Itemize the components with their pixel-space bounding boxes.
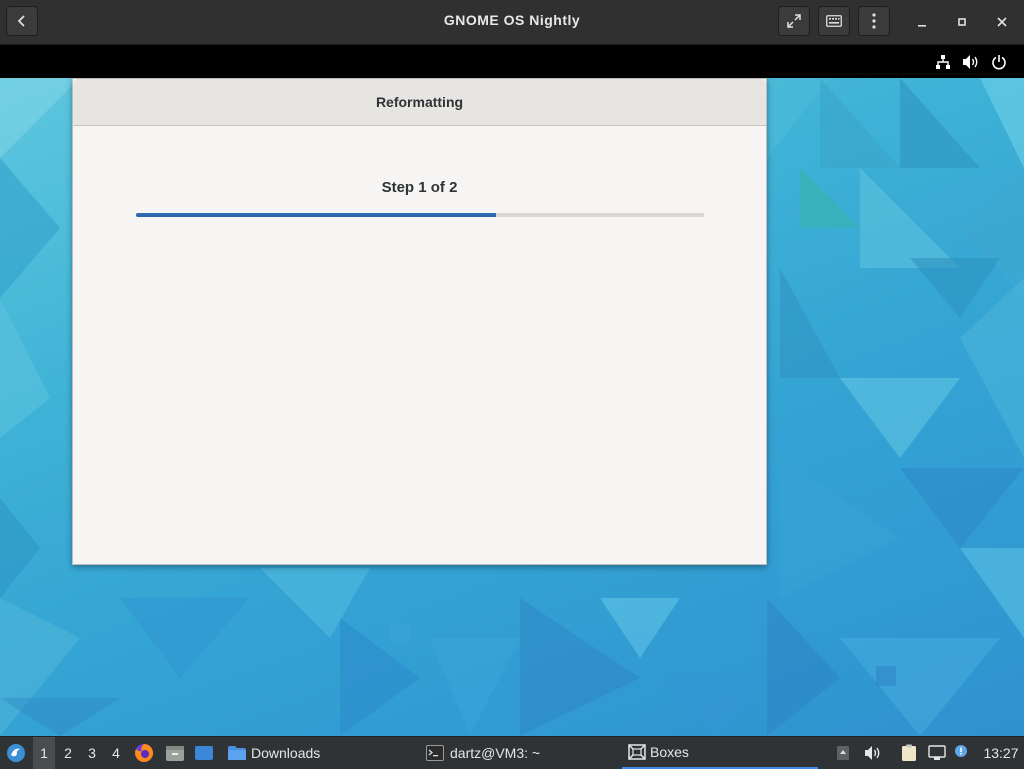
close-button[interactable] bbox=[992, 12, 1012, 32]
boxes-app-icon bbox=[628, 744, 646, 760]
clipboard-icon bbox=[902, 744, 916, 761]
tray-network[interactable] bbox=[927, 737, 947, 769]
desktop-launcher[interactable] bbox=[193, 737, 215, 769]
maximize-icon bbox=[958, 18, 966, 26]
folder-icon bbox=[228, 746, 246, 760]
close-icon bbox=[997, 17, 1007, 27]
step-label: Step 1 of 2 bbox=[381, 179, 458, 196]
fullscreen-icon bbox=[787, 14, 801, 28]
boxes-headerbar: GNOME OS Nightly bbox=[0, 0, 1024, 45]
workspace-3[interactable]: 3 bbox=[81, 737, 103, 769]
tray-clipboard[interactable] bbox=[899, 737, 919, 769]
back-button[interactable] bbox=[6, 6, 38, 36]
archive-manager-icon bbox=[166, 746, 184, 761]
dialog-header: Reformatting bbox=[73, 79, 766, 126]
volume-icon[interactable] bbox=[962, 53, 980, 71]
chevron-left-icon bbox=[17, 15, 25, 27]
task-terminal-label: dartz@VM3: ~ bbox=[450, 745, 541, 761]
task-boxes-label: Boxes bbox=[650, 744, 689, 760]
tray-volume[interactable] bbox=[863, 737, 883, 769]
app-menu-button[interactable] bbox=[4, 737, 28, 769]
keyboard-icon bbox=[826, 15, 842, 27]
minimize-button[interactable] bbox=[912, 12, 932, 32]
files-launcher[interactable] bbox=[164, 737, 186, 769]
terminal-icon bbox=[426, 745, 444, 761]
fullscreen-button[interactable] bbox=[778, 6, 810, 36]
power-icon[interactable] bbox=[990, 53, 1008, 71]
task-downloads-label: Downloads bbox=[251, 745, 321, 761]
task-downloads[interactable]: Downloads bbox=[225, 737, 410, 769]
progress-fill bbox=[136, 213, 497, 217]
clock[interactable]: 13:27 bbox=[980, 737, 1022, 769]
keyboard-button[interactable] bbox=[818, 6, 850, 36]
workspace-1[interactable]: 1 bbox=[33, 737, 55, 769]
guest-top-bar bbox=[0, 45, 1024, 78]
distro-logo-icon bbox=[7, 744, 25, 762]
maximize-button[interactable] bbox=[952, 12, 972, 32]
host-taskbar: 1 2 3 4 Downloads dartz@VM3: ~ Boxes 13:… bbox=[0, 736, 1024, 769]
tray-scroll-up[interactable] bbox=[835, 737, 851, 769]
volume-icon bbox=[865, 746, 880, 760]
desktop-icon bbox=[195, 746, 213, 760]
firefox-icon bbox=[135, 743, 154, 762]
tray-updates[interactable] bbox=[952, 737, 970, 769]
dialog-title: Reformatting bbox=[375, 94, 464, 110]
workspace-4[interactable]: 4 bbox=[105, 737, 127, 769]
clock-label: 13:27 bbox=[983, 745, 1019, 761]
minimize-icon bbox=[918, 25, 926, 27]
vm-display[interactable]: Reformatting Step 1 of 2 bbox=[0, 45, 1024, 736]
network-icon[interactable] bbox=[934, 53, 952, 71]
progress-bar bbox=[136, 213, 704, 217]
task-terminal[interactable]: dartz@VM3: ~ bbox=[426, 737, 611, 769]
network-wired-icon bbox=[928, 745, 946, 760]
workspace-2[interactable]: 2 bbox=[57, 737, 79, 769]
update-notification-icon bbox=[955, 745, 967, 757]
menu-button[interactable] bbox=[858, 6, 890, 36]
upload-arrow-icon bbox=[837, 746, 849, 760]
firefox-launcher[interactable] bbox=[133, 737, 155, 769]
reformatting-dialog: Reformatting Step 1 of 2 bbox=[72, 78, 767, 565]
kebab-menu-icon bbox=[872, 13, 876, 29]
task-boxes[interactable]: Boxes bbox=[622, 737, 818, 769]
